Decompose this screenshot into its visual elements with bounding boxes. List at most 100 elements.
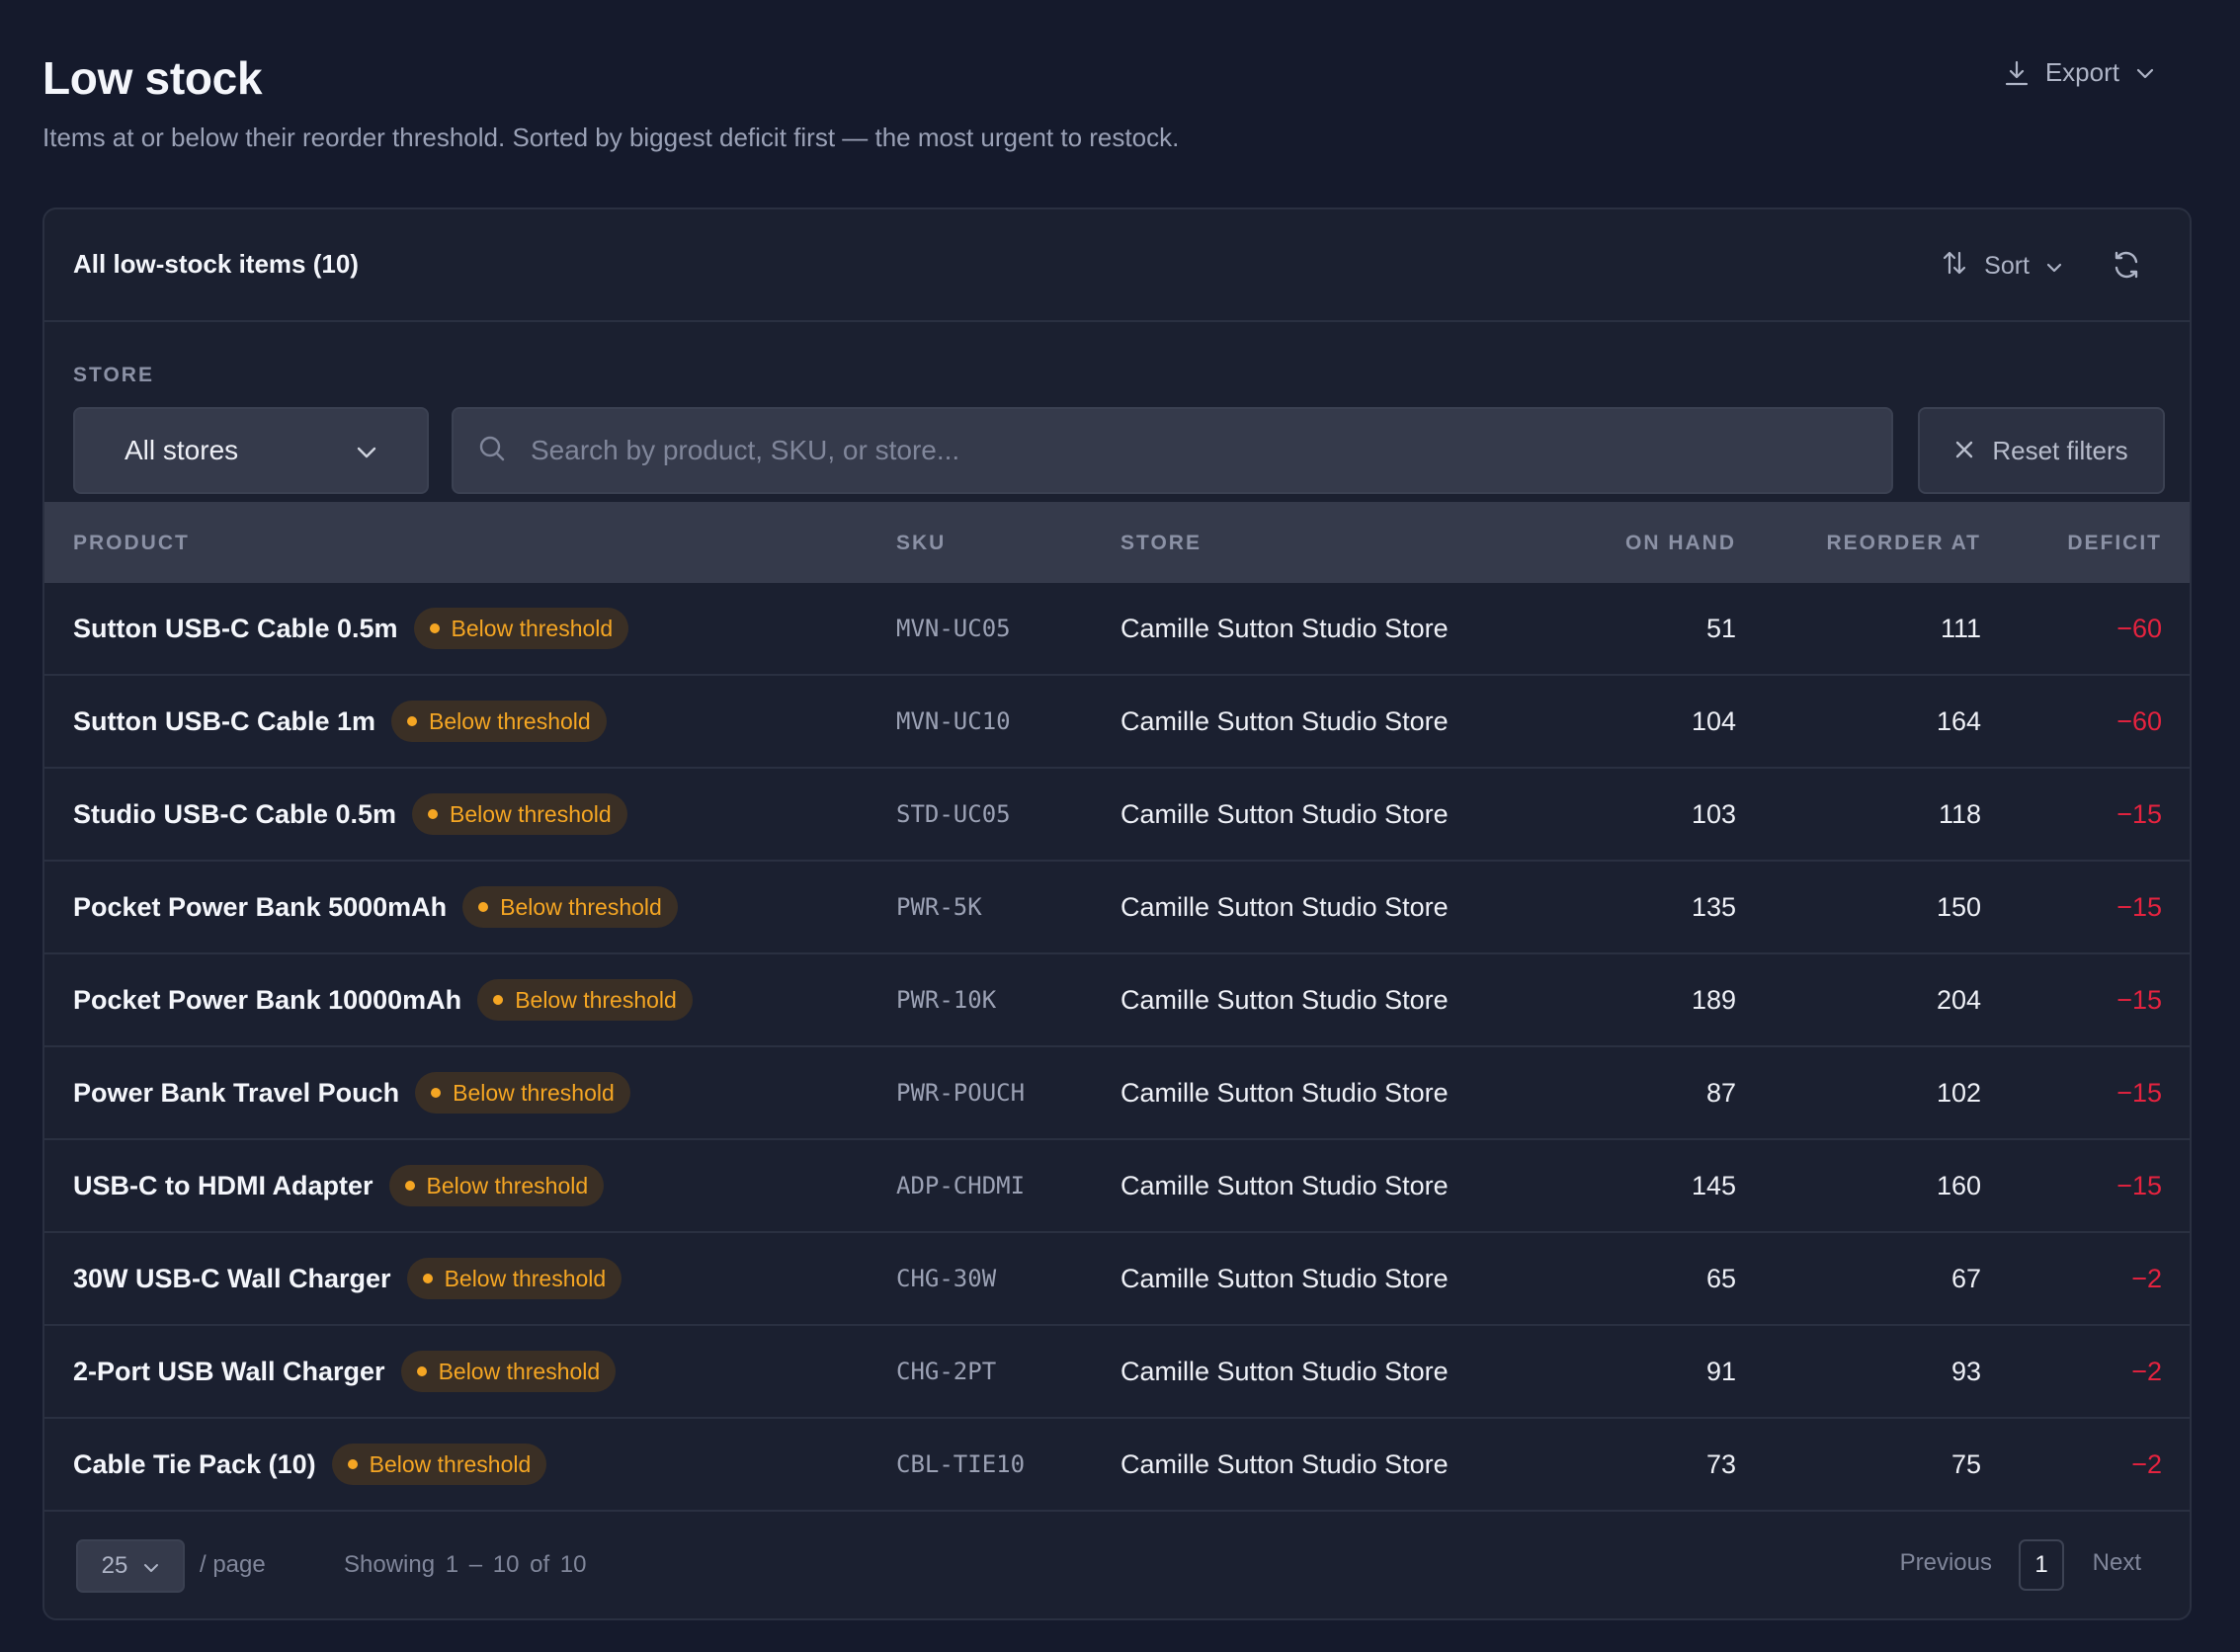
- store-cell: Camille Sutton Studio Store: [1120, 1170, 1449, 1200]
- status-badge-label: Below threshold: [429, 707, 591, 734]
- status-badge-label: Below threshold: [453, 1079, 615, 1106]
- sku-cell: STD-UC05: [896, 800, 1011, 828]
- reorder-at-cell: 102: [1936, 1077, 1981, 1108]
- product-cell: Power Bank Travel Pouch Below threshold: [73, 1047, 630, 1138]
- reorder-at-cell: 160: [1936, 1170, 1981, 1200]
- chevron-down-icon: [2135, 66, 2155, 80]
- status-badge-label: Below threshold: [451, 615, 614, 641]
- deficit-cell: −15: [2116, 984, 2162, 1015]
- refresh-button[interactable]: [2111, 249, 2142, 281]
- export-label: Export: [2044, 57, 2119, 87]
- column-header-on-hand[interactable]: ON HAND: [1625, 532, 1736, 555]
- search-icon: [477, 434, 507, 468]
- column-header-reorder-at[interactable]: REORDER AT: [1827, 532, 1982, 555]
- reorder-at-cell: 204: [1936, 984, 1981, 1015]
- deficit-cell: −15: [2116, 1077, 2162, 1108]
- reorder-at-cell: 150: [1936, 891, 1981, 922]
- status-badge: Below threshold: [406, 1258, 622, 1299]
- next-page-button[interactable]: Next: [2093, 1549, 2141, 1577]
- store-cell: Camille Sutton Studio Store: [1120, 891, 1449, 922]
- column-header-product[interactable]: PRODUCT: [73, 532, 190, 555]
- column-header-sku[interactable]: SKU: [896, 532, 946, 555]
- column-header-store[interactable]: STORE: [1120, 532, 1202, 555]
- product-cell: Sutton USB-C Cable 0.5m Below threshold: [73, 583, 629, 674]
- status-dot-icon: [429, 623, 440, 633]
- export-button[interactable]: Export: [2004, 57, 2155, 88]
- status-badge-label: Below threshold: [515, 986, 677, 1013]
- per-page-select[interactable]: 25: [76, 1539, 185, 1593]
- status-dot-icon: [431, 1088, 442, 1098]
- store-cell: Camille Sutton Studio Store: [1120, 798, 1449, 829]
- table-row[interactable]: Cable Tie Pack (10) Below threshold CBL-…: [44, 1419, 2190, 1512]
- status-dot-icon: [478, 902, 489, 912]
- deficit-cell: −2: [2131, 1263, 2162, 1293]
- deficit-cell: −60: [2116, 613, 2162, 643]
- table-body: Sutton USB-C Cable 0.5m Below threshold …: [44, 583, 2190, 1512]
- sku-cell: CHG-30W: [896, 1265, 997, 1292]
- on-hand-cell: 104: [1691, 705, 1736, 736]
- table-row[interactable]: Sutton USB-C Cable 0.5m Below threshold …: [44, 583, 2190, 676]
- chevron-down-icon: [2045, 252, 2063, 281]
- table-row[interactable]: 2-Port USB Wall Charger Below threshold …: [44, 1326, 2190, 1419]
- table-row[interactable]: Pocket Power Bank 5000mAh Below threshol…: [44, 862, 2190, 954]
- reset-filters-label: Reset filters: [1992, 435, 2128, 465]
- status-badge: Below threshold: [391, 701, 607, 742]
- deficit-cell: −60: [2116, 705, 2162, 736]
- on-hand-cell: 87: [1705, 1077, 1736, 1108]
- status-dot-icon: [416, 1366, 427, 1376]
- store-cell: Camille Sutton Studio Store: [1120, 613, 1449, 643]
- sort-arrows-icon: [1941, 249, 1968, 284]
- chevron-down-icon: [356, 435, 377, 466]
- table-row[interactable]: USB-C to HDMI Adapter Below threshold AD…: [44, 1140, 2190, 1233]
- status-badge-label: Below threshold: [426, 1172, 589, 1198]
- product-cell: 30W USB-C Wall Charger Below threshold: [73, 1233, 622, 1324]
- store-select[interactable]: All stores: [73, 407, 429, 494]
- store-cell: Camille Sutton Studio Store: [1120, 1448, 1449, 1479]
- table-row[interactable]: Studio USB-C Cable 0.5m Below threshold …: [44, 769, 2190, 862]
- table-row[interactable]: Pocket Power Bank 10000mAh Below thresho…: [44, 954, 2190, 1047]
- column-header-deficit[interactable]: DEFICIT: [2067, 532, 2162, 555]
- deficit-cell: −15: [2116, 1170, 2162, 1200]
- status-badge: Below threshold: [462, 886, 678, 928]
- status-badge: Below threshold: [412, 793, 627, 835]
- store-cell: Camille Sutton Studio Store: [1120, 705, 1449, 736]
- status-badge: Below threshold: [400, 1351, 617, 1392]
- on-hand-cell: 103: [1691, 798, 1736, 829]
- product-name: Sutton USB-C Cable 0.5m: [73, 613, 398, 643]
- table-header-row: PRODUCT SKU STORE ON HAND REORDER AT DEF…: [44, 502, 2190, 583]
- store-cell: Camille Sutton Studio Store: [1120, 1263, 1449, 1293]
- product-cell: Sutton USB-C Cable 1m Below threshold: [73, 676, 607, 767]
- reorder-at-cell: 93: [1950, 1356, 1981, 1386]
- sku-cell: PWR-5K: [896, 893, 982, 921]
- status-dot-icon: [404, 1181, 415, 1191]
- on-hand-cell: 73: [1705, 1448, 1736, 1479]
- page-subtitle: Items at or below their reorder threshol…: [42, 123, 1180, 152]
- refresh-icon: [2111, 251, 2142, 285]
- previous-page-button[interactable]: Previous: [1900, 1549, 1992, 1577]
- search-box[interactable]: [452, 407, 1893, 494]
- download-icon: [2004, 59, 2030, 87]
- reorder-at-cell: 75: [1950, 1448, 1981, 1479]
- table-row[interactable]: Sutton USB-C Cable 1m Below threshold MV…: [44, 676, 2190, 769]
- status-badge: Below threshold: [388, 1165, 605, 1206]
- showing-count: Showing 1 – 10 of 10: [344, 1551, 587, 1578]
- product-name: Studio USB-C Cable 0.5m: [73, 798, 397, 829]
- pagination-footer: 25 / page Showing 1 – 10 of 10 Previous …: [44, 1514, 2190, 1618]
- store-select-value: All stores: [124, 435, 239, 465]
- sort-button[interactable]: Sort: [1941, 249, 2063, 284]
- store-cell: Camille Sutton Studio Store: [1120, 1077, 1449, 1108]
- table-row[interactable]: 30W USB-C Wall Charger Below threshold C…: [44, 1233, 2190, 1326]
- status-badge: Below threshold: [477, 979, 693, 1021]
- on-hand-cell: 91: [1705, 1356, 1736, 1386]
- page-number-button[interactable]: 1: [2019, 1539, 2064, 1591]
- per-page-value: 25: [101, 1552, 128, 1579]
- product-cell: Cable Tie Pack (10) Below threshold: [73, 1419, 547, 1510]
- product-cell: Pocket Power Bank 5000mAh Below threshol…: [73, 862, 678, 952]
- status-badge: Below threshold: [331, 1444, 547, 1485]
- product-name: Pocket Power Bank 10000mAh: [73, 984, 462, 1015]
- reset-filters-button[interactable]: Reset filters: [1918, 407, 2165, 494]
- search-input[interactable]: [531, 435, 1867, 466]
- status-dot-icon: [493, 995, 504, 1005]
- table-row[interactable]: Power Bank Travel Pouch Below threshold …: [44, 1047, 2190, 1140]
- page-header: Low stock Items at or below their reorde…: [42, 0, 2198, 207]
